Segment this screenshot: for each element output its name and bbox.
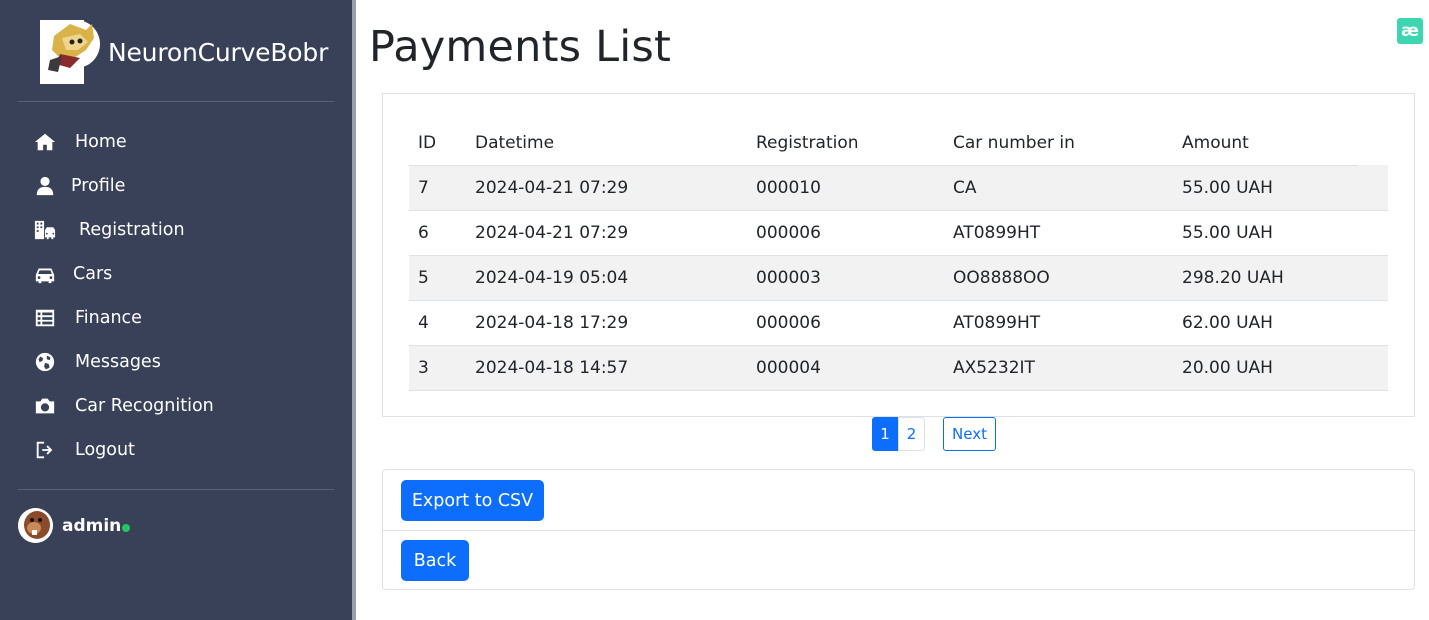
logout-icon [34,439,56,461]
user-icon [34,175,56,197]
column-header-datetime: Datetime [466,121,747,166]
cell-car-number: AX5232IT [944,345,1173,391]
table-row: 6 2024-04-21 07:29 000006 AT0899HT 55.00… [409,210,1388,256]
sidebar-divider-bottom [18,489,334,490]
cell-amount: 55.00 UAH [1173,165,1358,211]
sidebar-item-label: Messages [75,352,161,372]
username: admin [62,515,122,536]
table-header-row: ID Datetime Registration Car number in A… [409,121,1388,166]
sidebar-item-label: Car Recognition [75,396,214,416]
table-row: 5 2024-04-19 05:04 000003 OO8888OO 298.2… [409,255,1388,301]
cell-amount: 55.00 UAH [1173,210,1358,256]
extension-badge-icon[interactable]: æ [1397,18,1423,44]
cell-registration: 000006 [747,300,944,346]
sidebar-item-profile[interactable]: Profile [34,164,334,208]
sidebar-item-label: Finance [75,308,142,328]
cell-car-number: CA [944,165,1173,211]
sidebar-divider-top [18,101,334,102]
cell-id: 5 [409,255,466,301]
cell-registration: 000010 [747,165,944,211]
cell-id: 3 [409,345,466,391]
cell-car-number: AT0899HT [944,210,1173,256]
sidebar: NeuronCurveBobr Home Profile Registratio… [0,0,352,620]
cell-registration: 000004 [747,345,944,391]
column-header-amount: Amount [1173,121,1358,166]
sidebar-item-label: Logout [75,440,135,460]
sidebar-item-label: Registration [79,220,185,240]
sidebar-item-cars[interactable]: Cars [34,252,334,296]
sidebar-nav: Home Profile Registration Cars Finance M… [34,120,334,472]
brand-logo [40,20,100,84]
brand-name: NeuronCurveBobr [108,37,329,67]
actions-card: Export to CSV Back [382,469,1415,590]
brand[interactable]: NeuronCurveBobr [40,20,328,84]
cell-id: 6 [409,210,466,256]
sidebar-item-car-recognition[interactable]: Car Recognition [34,384,334,428]
payments-table: ID Datetime Registration Car number in A… [409,121,1388,391]
cell-id: 7 [409,165,466,211]
list-icon [34,307,56,329]
page-2-button[interactable]: 2 [898,417,925,451]
sidebar-item-finance[interactable]: Finance [34,296,334,340]
cell-datetime: 2024-04-18 14:57 [466,345,747,391]
cell-datetime: 2024-04-19 05:04 [466,255,747,301]
payments-table-card: ID Datetime Registration Car number in A… [382,93,1415,417]
cell-car-number: OO8888OO [944,255,1173,301]
online-status-icon [122,523,131,532]
column-header-registration: Registration [747,121,944,166]
cell-spacer [1358,300,1388,346]
sidebar-resize-edge [352,0,356,620]
table-row: 4 2024-04-18 17:29 000006 AT0899HT 62.00… [409,300,1388,346]
camera-icon [34,395,56,417]
cell-spacer [1358,345,1388,391]
column-header-id: ID [409,121,466,166]
actions-divider [383,530,1414,531]
sidebar-item-label: Home [75,132,127,152]
cell-amount: 20.00 UAH [1173,345,1358,391]
building-car-icon [34,219,56,241]
next-page-button[interactable]: Next [943,417,996,451]
cell-spacer [1358,255,1388,301]
sidebar-item-home[interactable]: Home [34,120,334,164]
cell-id: 4 [409,300,466,346]
cell-spacer [1358,210,1388,256]
export-csv-button[interactable]: Export to CSV [401,480,544,521]
user-profile[interactable]: admin [18,508,131,543]
column-header-spacer [1358,121,1388,165]
sidebar-item-label: Profile [71,176,126,196]
home-icon [34,131,56,153]
page-title: Payments List [369,22,672,72]
column-header-car-number: Car number in [944,121,1173,166]
globe-icon [34,351,56,373]
cell-datetime: 2024-04-18 17:29 [466,300,747,346]
pagination: 1 2 Next [872,417,996,451]
back-button[interactable]: Back [401,540,469,581]
cell-spacer [1358,165,1388,211]
sidebar-item-logout[interactable]: Logout [34,428,334,472]
sidebar-item-label: Cars [73,264,113,284]
cell-datetime: 2024-04-21 07:29 [466,165,747,211]
cell-amount: 62.00 UAH [1173,300,1358,346]
table-row: 7 2024-04-21 07:29 000010 CA 55.00 UAH [409,165,1388,211]
page-1-button[interactable]: 1 [872,417,898,451]
cell-registration: 000003 [747,255,944,301]
sidebar-item-messages[interactable]: Messages [34,340,334,384]
cell-registration: 000006 [747,210,944,256]
cell-car-number: AT0899HT [944,300,1173,346]
cell-datetime: 2024-04-21 07:29 [466,210,747,256]
sidebar-item-registration[interactable]: Registration [34,208,334,252]
table-row: 3 2024-04-18 14:57 000004 AX5232IT 20.00… [409,345,1388,391]
car-icon [34,263,56,285]
avatar [18,508,53,543]
cell-amount: 298.20 UAH [1173,255,1358,301]
